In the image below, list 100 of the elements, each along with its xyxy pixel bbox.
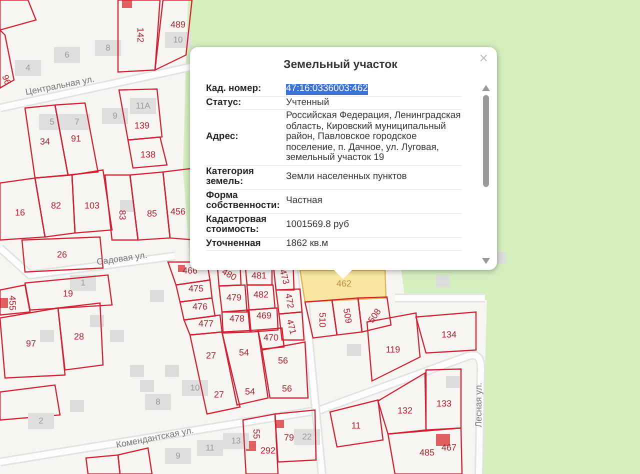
parcel-outline[interactable] (274, 409, 317, 463)
parcel-outline[interactable] (117, 0, 161, 73)
close-button[interactable]: × (476, 50, 491, 67)
field-value: 47:16:0336003:462 (286, 84, 368, 94)
building (15, 60, 41, 76)
house-number: 22 (302, 431, 312, 442)
parcel-outline[interactable] (329, 399, 384, 448)
parcel-outline[interactable] (257, 327, 285, 350)
parcel-number: 56 (282, 383, 292, 394)
parcel-outline[interactable] (117, 447, 153, 474)
building (150, 290, 164, 302)
parcel-number: 54 (245, 386, 255, 396)
building (347, 344, 361, 356)
building (102, 108, 128, 124)
building (165, 448, 191, 464)
field-value: 1001569.8 руб (286, 220, 350, 230)
parcel-number: 508 (366, 306, 383, 325)
parcel-outline[interactable] (189, 331, 241, 415)
parcel-outline[interactable] (118, 88, 163, 141)
parcel-number: 28 (74, 331, 84, 342)
parcel-number: 481 (251, 270, 267, 280)
parcel-outline[interactable] (425, 368, 462, 431)
house-number: 1 (80, 277, 86, 288)
parcel-outline[interactable] (357, 296, 392, 333)
parcel-outline[interactable] (24, 274, 113, 311)
building (28, 413, 54, 429)
building (140, 380, 154, 392)
house-number: 7 (74, 116, 80, 126)
house-number: 9 (112, 110, 118, 120)
parcel-outline[interactable] (261, 341, 309, 399)
parcel-number: 27 (214, 389, 224, 400)
parcel-outline[interactable] (0, 28, 15, 90)
parcel-number: 103 (84, 200, 100, 210)
house-number: 6 (64, 49, 70, 60)
house-number: 11А (136, 100, 150, 110)
parcel-number: 510 (318, 312, 328, 328)
scroll-up-icon[interactable] (482, 85, 490, 91)
parcel-number: 477 (198, 318, 214, 328)
parcel-outline[interactable] (154, 0, 193, 72)
parcel-outline[interactable] (218, 284, 248, 313)
parcel-outline[interactable] (242, 413, 279, 474)
parcel-outline[interactable] (415, 311, 477, 354)
parcel-outline[interactable] (54, 102, 99, 176)
building (64, 114, 90, 130)
field-label: Уточненная (206, 238, 286, 251)
parcel-number: 97 (26, 338, 36, 348)
parcel-outline[interactable] (387, 427, 463, 474)
house-number: 10 (173, 34, 183, 44)
parcel-number: 489 (170, 19, 186, 30)
building (120, 200, 134, 212)
parcel-outline[interactable] (85, 454, 121, 474)
field-value: Частная (286, 196, 322, 206)
house-number: 13 (231, 435, 241, 446)
parcel-outline[interactable] (175, 279, 213, 303)
building (130, 98, 156, 114)
parcel-outline[interactable] (0, 0, 37, 31)
parcel-outline[interactable] (24, 104, 69, 179)
parcel-outline[interactable] (179, 297, 216, 321)
parcel-outline[interactable] (127, 136, 168, 169)
parcel-outline[interactable] (278, 311, 305, 341)
building (130, 365, 144, 377)
building (182, 380, 208, 396)
parcel-number: 478 (229, 313, 245, 324)
scroll-down-icon[interactable] (482, 258, 490, 264)
parcel-number: 471 (284, 318, 298, 336)
parcel-number: 138 (140, 149, 156, 160)
parcel-number: 119 (386, 344, 400, 354)
parcel-number: 462 (336, 278, 352, 288)
field-label: Категория земель: (206, 166, 286, 190)
parcel-outline[interactable] (377, 372, 427, 435)
parcel-outline[interactable] (57, 302, 104, 371)
parcel-outline[interactable] (246, 284, 276, 311)
building (446, 376, 460, 388)
building (95, 40, 121, 56)
house-number: 10 (190, 382, 200, 392)
parcel-number: 139 (134, 120, 150, 130)
building (39, 114, 65, 130)
parcel-number: 82 (51, 200, 61, 210)
scrollbar-thumb[interactable] (482, 95, 488, 187)
field-label: Форма собственности: (206, 190, 286, 214)
field-value: Российская Федерация, Ленинградская область, Кировский муниципальный район, Павловское городское поселение, п. Дачное, ул. Луговая, земельный участок 19 (286, 111, 462, 164)
parcel-number: 132 (397, 405, 413, 416)
parcel-outline[interactable] (71, 169, 113, 234)
parcel-outline[interactable] (248, 307, 279, 333)
parcel-outline[interactable] (0, 177, 46, 241)
house-number: 11 (206, 442, 214, 452)
popup-title: Земельный участок (282, 59, 398, 71)
parcel-outline[interactable] (104, 174, 139, 241)
parcel-outline[interactable] (275, 288, 303, 315)
parcel-number: 85 (147, 208, 157, 218)
parcel-outline[interactable] (34, 174, 76, 238)
parcel-outline[interactable] (183, 314, 223, 336)
field-label: Кадастровая стоимость: (206, 214, 286, 238)
parcel-outline[interactable] (221, 309, 251, 334)
parcel-number: 480 (220, 266, 238, 283)
field-value: 1862 кв.м (286, 238, 328, 249)
parcel-outline[interactable] (304, 299, 338, 339)
parcel-outline[interactable] (129, 171, 171, 241)
parcel-outline[interactable] (331, 297, 363, 336)
parcel-outline[interactable] (0, 284, 31, 316)
